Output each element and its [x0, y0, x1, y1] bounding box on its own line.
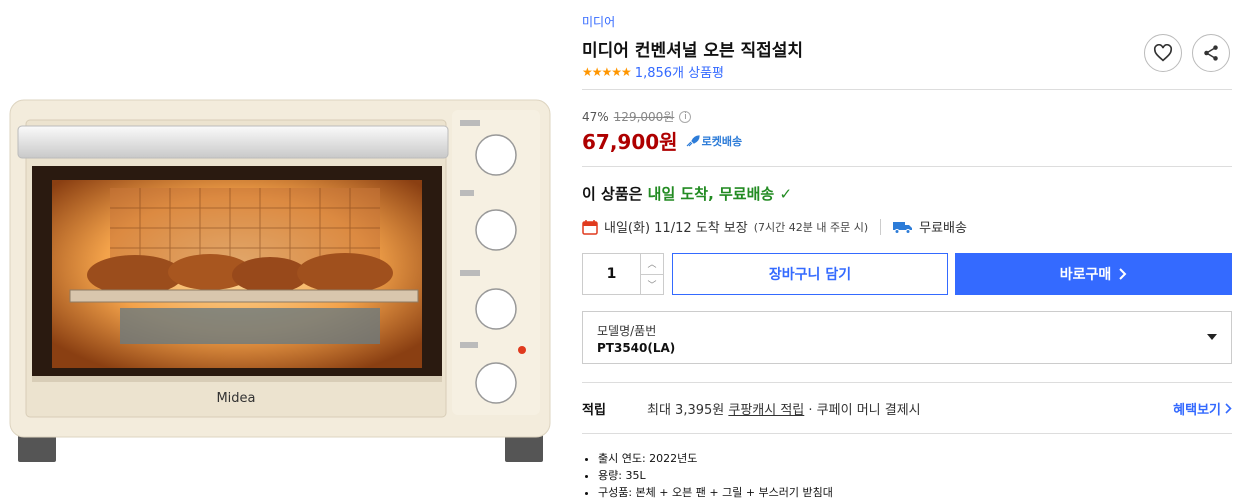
option-value: PT3540(LA) — [597, 341, 676, 355]
arrival-prefix: 이 상품은 — [582, 185, 648, 203]
separator — [880, 218, 882, 235]
buy-now-label: 바로구매 — [1059, 267, 1112, 283]
price-info-icon[interactable]: i — [679, 110, 692, 123]
calendar-icon — [582, 219, 598, 235]
check-icon: ✓ — [779, 185, 793, 203]
quantity-stepper: ︿ ﹀ — [582, 253, 664, 295]
rocket-delivery-badge: 로켓배송 — [686, 133, 742, 149]
spec-item: 구성품: 본체 + 오븐 팬 + 그릴 + 부스러기 받침대 — [598, 484, 833, 501]
product-info-panel: 미디어 미디어 컨벤셔널 오븐 직접설치 ★★★★★ 1,856개 상품평 47… — [582, 0, 1238, 500]
heart-icon — [1153, 44, 1173, 62]
sale-price: 67,900원 — [582, 130, 678, 154]
divider — [582, 89, 1232, 90]
rocket-icon — [686, 134, 700, 146]
discount-row: 47% 129,000원 i — [582, 108, 692, 125]
divider — [582, 166, 1232, 167]
chevron-right-icon — [1119, 268, 1127, 280]
arrival-message: 이 상품은 내일 도착, 무료배송 ✓ — [582, 183, 792, 204]
points-text-before: 최대 3,395원 — [647, 403, 729, 418]
quantity-decrease-button[interactable]: ﹀ — [641, 273, 663, 295]
points-title: 적립 — [582, 403, 606, 418]
rating-stars: ★★★★★ — [582, 64, 632, 79]
benefit-view-label: 혜택보기 — [1173, 403, 1221, 418]
option-label: 모델명/품번 — [597, 324, 657, 338]
points-text-after: · 쿠페이 머니 결제시 — [804, 403, 921, 418]
divider — [582, 433, 1232, 434]
divider — [582, 382, 1232, 383]
spec-list: 출시 연도: 2022년도 용량: 35L 구성품: 본체 + 오븐 팬 + 그… — [582, 450, 833, 501]
quantity-increase-button[interactable]: ︿ — [641, 254, 663, 274]
rocket-label: 로켓배송 — [701, 134, 743, 148]
wishlist-button[interactable] — [1144, 34, 1182, 72]
arrival-highlight: 내일 도착, 무료배송 — [647, 185, 775, 203]
model-option-select[interactable]: 모델명/품번 PT3540(LA) — [582, 311, 1232, 364]
discount-rate: 47% — [582, 109, 609, 124]
price-row: 67,900원 로켓배송 — [582, 126, 742, 155]
brand-link[interactable]: 미디어 — [582, 13, 615, 30]
share-button[interactable] — [1192, 34, 1230, 72]
product-image: Midea — [9, 99, 551, 462]
brand-logo: Midea — [216, 391, 255, 406]
delivery-deadline-note: (7시간 42분 내 주문 시) — [753, 220, 869, 234]
delivery-date: 내일(화) 11/12 도착 보장 — [604, 221, 748, 236]
coupang-cash-link[interactable]: 쿠팡캐시 적립 — [728, 403, 804, 418]
caret-down-icon — [1207, 334, 1217, 340]
benefit-view-link[interactable]: 혜택보기 — [1173, 399, 1232, 418]
original-price: 129,000원 — [613, 110, 675, 124]
rating-row: ★★★★★ 1,856개 상품평 — [582, 62, 724, 82]
quantity-input[interactable] — [583, 254, 640, 294]
spec-item: 용량: 35L — [598, 467, 833, 484]
points-text: 최대 3,395원 쿠팡캐시 적립 · 쿠페이 머니 결제시 — [647, 399, 921, 418]
spec-item: 출시 연도: 2022년도 — [598, 450, 833, 467]
delivery-row: 내일(화) 11/12 도착 보장 (7시간 42분 내 주문 시) 무료배송 — [582, 217, 967, 236]
buy-now-button[interactable]: 바로구매 — [955, 253, 1232, 295]
product-title: 미디어 컨벤셔널 오븐 직접설치 — [582, 41, 804, 61]
share-icon — [1204, 45, 1218, 61]
points-row: 적립 최대 3,395원 쿠팡캐시 적립 · 쿠페이 머니 결제시 혜택보기 — [582, 399, 1232, 418]
add-to-cart-button[interactable]: 장바구니 담기 — [672, 253, 948, 295]
truck-icon — [893, 221, 913, 234]
review-count-link[interactable]: 1,856개 상품평 — [635, 62, 724, 81]
free-shipping-label: 무료배송 — [919, 221, 967, 236]
chevron-right-icon — [1225, 403, 1232, 414]
